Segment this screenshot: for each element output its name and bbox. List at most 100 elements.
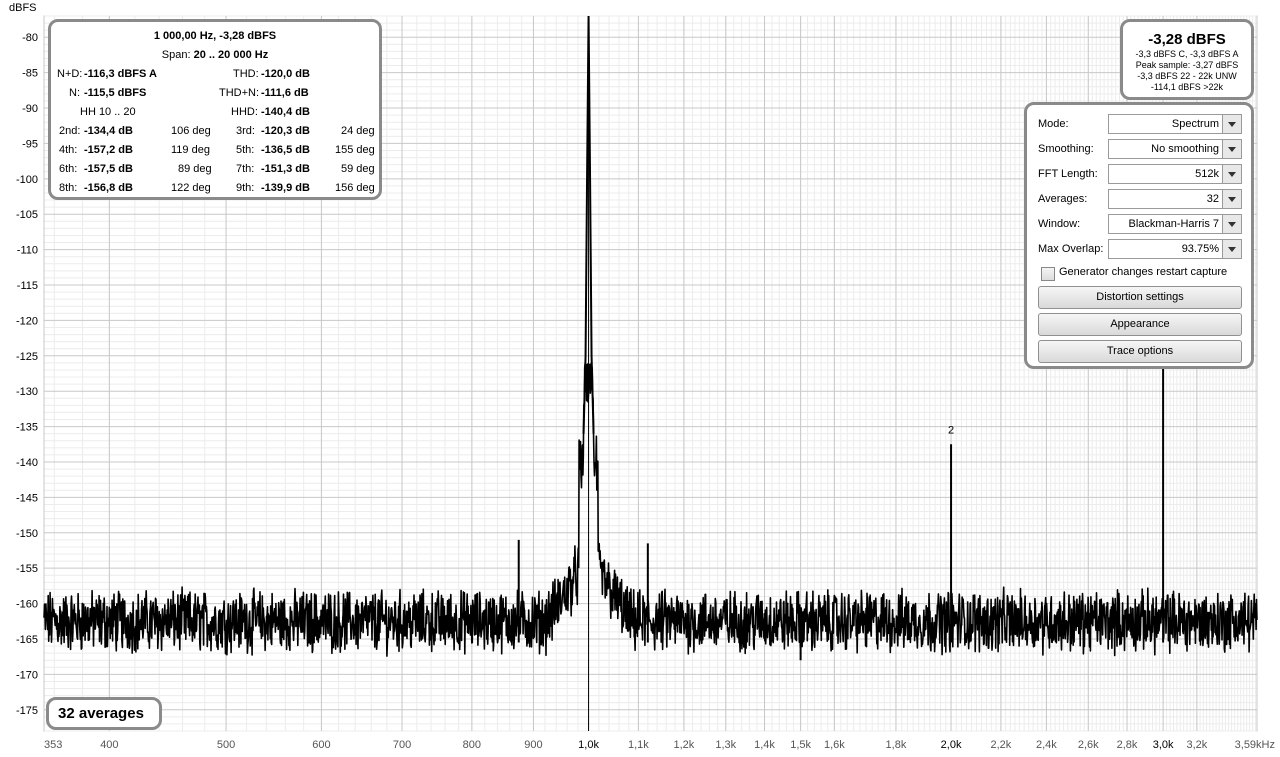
- averages-label: Averages:: [1038, 193, 1088, 205]
- x-tick-label: 3,59kHz: [1235, 739, 1275, 751]
- level-main: -3,28 dBFS: [1148, 31, 1226, 48]
- y-tick-label: -90: [22, 103, 38, 115]
- y-tick-label: -140: [16, 457, 38, 469]
- smoothing-label: Smoothing:: [1038, 143, 1094, 155]
- generator-restart-label[interactable]: Generator changes restart capture: [1059, 266, 1227, 278]
- y-tick-label: -170: [16, 669, 38, 681]
- y-tick-label: -85: [22, 68, 38, 80]
- y-tick-label: -135: [16, 422, 38, 434]
- mode-label: Mode:: [1038, 118, 1069, 130]
- x-tick-label: 600: [312, 739, 330, 751]
- x-tick-label: 400: [100, 739, 118, 751]
- y-tick-label: -125: [16, 351, 38, 363]
- level-unweighted: -3,3 dBFS 22 - 22k UNW: [1137, 71, 1237, 81]
- y-axis-label: dBFS: [9, 2, 37, 14]
- level-above-22k: -114,1 dBFS >22k: [1150, 82, 1224, 92]
- x-tick-label: 1,3k: [715, 739, 736, 751]
- trace-options-button[interactable]: Trace options: [1038, 340, 1242, 363]
- generator-restart-checkbox[interactable]: [1041, 267, 1055, 281]
- x-tick-label: 500: [217, 739, 235, 751]
- mode-row: Mode: Spectrum: [1036, 114, 1246, 136]
- x-tick-label: 2,4k: [1036, 739, 1057, 751]
- x-tick-label: 900: [524, 739, 542, 751]
- thd-value: -120,0 dB: [261, 68, 310, 80]
- x-tick-label: 1,8k: [886, 739, 907, 751]
- y-tick-label: -175: [16, 705, 38, 717]
- x-tick-label: 2,0k: [941, 739, 962, 751]
- y-tick-label: -120: [16, 315, 38, 327]
- chevron-down-icon[interactable]: [1222, 215, 1241, 233]
- level-weighted: -3,3 dBFS C, -3,3 dBFS A: [1135, 49, 1239, 59]
- harmonic-marker-label: 2: [948, 425, 954, 437]
- harmonic-row: 8th: -156,8 dB 122 deg 9th: -139,9 dB 15…: [59, 182, 375, 194]
- y-tick-label: -130: [16, 386, 38, 398]
- harmonic-row: 6th: -157,5 dB 89 deg 7th: -151,3 dB 59 …: [59, 163, 375, 175]
- hh-label: HH 10 .. 20: [80, 106, 136, 118]
- y-tick-label: -165: [16, 634, 38, 646]
- fft-length-label: FFT Length:: [1038, 168, 1098, 180]
- averages-status: 32 averages: [46, 697, 162, 730]
- x-tick-label: 1,2k: [674, 739, 695, 751]
- fundamental-readout: 1 000,00 Hz, -3,28 dBFS: [153, 30, 277, 42]
- fft-length-row: FFT Length: 512k: [1036, 164, 1246, 186]
- max-overlap-select[interactable]: 93.75%: [1108, 239, 1242, 259]
- thdn-value: -111,6 dB: [261, 87, 309, 99]
- thd-label: THD:: [233, 68, 259, 80]
- level-peak: Peak sample: -3,27 dBFS: [1135, 60, 1239, 70]
- y-tick-label: -160: [16, 599, 38, 611]
- x-tick-label: 3,0k: [1153, 739, 1174, 751]
- span-label: Span:: [161, 49, 191, 61]
- smoothing-row: Smoothing: No smoothing: [1036, 139, 1246, 161]
- y-tick-label: -115: [17, 280, 38, 292]
- y-tick-label: -95: [22, 138, 38, 150]
- nd-label: N+D:: [57, 68, 83, 80]
- y-tick-label: -105: [16, 209, 38, 221]
- chevron-down-icon[interactable]: [1222, 140, 1241, 158]
- level-readout-panel: -3,28 dBFS -3,3 dBFS C, -3,3 dBFS A Peak…: [1120, 19, 1254, 100]
- distortion-settings-button[interactable]: Distortion settings: [1038, 286, 1242, 309]
- y-tick-label: -150: [16, 528, 38, 540]
- y-tick-label: -80: [22, 32, 38, 44]
- x-tick-label: 1,0k: [578, 739, 599, 751]
- span-value: 20 .. 20 000 Hz: [193, 49, 269, 61]
- distortion-panel: 1 000,00 Hz, -3,28 dBFS Span: 20 .. 20 0…: [48, 19, 382, 200]
- smoothing-select[interactable]: No smoothing: [1108, 139, 1242, 159]
- max-overlap-row: Max Overlap: 93.75%: [1036, 239, 1246, 261]
- window-label: Window:: [1038, 218, 1081, 230]
- x-tick-label: 800: [463, 739, 481, 751]
- y-tick-label: -155: [16, 563, 38, 575]
- chevron-down-icon[interactable]: [1222, 240, 1241, 258]
- thdn-label: THD+N:: [219, 87, 260, 99]
- window-row: Window: Blackman-Harris 7: [1036, 214, 1246, 236]
- hhd-value: -140,4 dB: [261, 106, 310, 118]
- max-overlap-label: Max Overlap:: [1038, 243, 1104, 255]
- y-tick-label: -100: [16, 174, 38, 186]
- x-tick-label: 1,5k: [790, 739, 811, 751]
- x-tick-label: 1,4k: [754, 739, 775, 751]
- chevron-down-icon[interactable]: [1222, 190, 1241, 208]
- harmonic-row: 2nd: -134,4 dB 106 deg 3rd: -120,3 dB 24…: [59, 125, 375, 137]
- hhd-label: HHD:: [231, 106, 258, 118]
- window-select[interactable]: Blackman-Harris 7: [1108, 214, 1242, 234]
- appearance-button[interactable]: Appearance: [1038, 313, 1242, 336]
- y-tick-label: -110: [17, 245, 38, 257]
- x-tick-label: 1,6k: [824, 739, 845, 751]
- x-tick-label: 2,8k: [1117, 739, 1138, 751]
- x-tick-label: 2,6k: [1078, 739, 1099, 751]
- averages-row: Averages: 32: [1036, 189, 1246, 211]
- averages-select[interactable]: 32: [1108, 189, 1242, 209]
- x-tick-label: 2,2k: [991, 739, 1012, 751]
- fft-length-select[interactable]: 512k: [1108, 164, 1242, 184]
- harmonic-row: 4th: -157,2 dB 119 deg 5th: -136,5 dB 15…: [59, 144, 375, 156]
- nd-value: -116,3 dBFS A: [84, 68, 157, 80]
- n-value: -115,5 dBFS: [84, 87, 147, 99]
- x-tick-label: 700: [393, 739, 411, 751]
- x-tick-label: 3,2k: [1186, 739, 1207, 751]
- x-tick-label: 353: [44, 739, 62, 751]
- x-tick-label: 1,1k: [628, 739, 649, 751]
- chevron-down-icon[interactable]: [1222, 115, 1241, 133]
- n-label: N:: [69, 87, 80, 99]
- y-tick-label: -145: [16, 492, 38, 504]
- mode-select[interactable]: Spectrum: [1108, 114, 1242, 134]
- chevron-down-icon[interactable]: [1222, 165, 1241, 183]
